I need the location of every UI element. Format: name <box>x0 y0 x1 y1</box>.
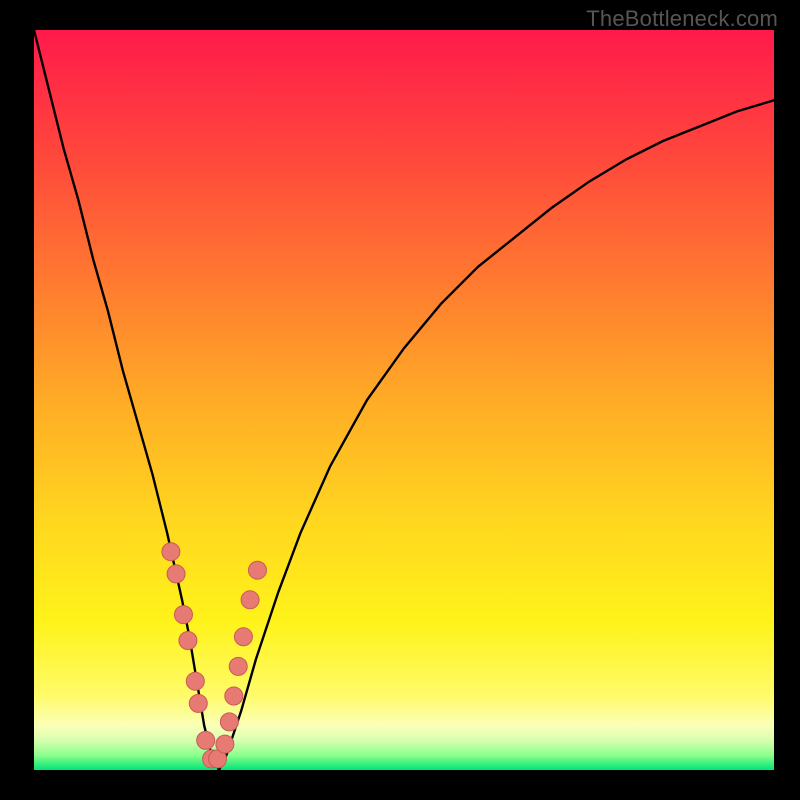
data-markers <box>162 543 267 768</box>
plot-area <box>34 30 774 770</box>
data-marker <box>179 632 197 650</box>
data-marker <box>225 687 243 705</box>
data-marker <box>234 628 252 646</box>
data-marker <box>167 565 185 583</box>
data-marker <box>220 713 238 731</box>
data-marker <box>162 543 180 561</box>
data-marker <box>189 694 207 712</box>
chart-frame: TheBottleneck.com <box>0 0 800 800</box>
data-marker <box>186 672 204 690</box>
data-marker <box>229 657 247 675</box>
data-marker <box>197 731 215 749</box>
data-marker <box>216 735 234 753</box>
data-marker <box>248 561 266 579</box>
chart-svg <box>34 30 774 770</box>
data-marker <box>174 606 192 624</box>
watermark-text: TheBottleneck.com <box>586 6 778 32</box>
data-marker <box>241 591 259 609</box>
bottleneck-curve <box>34 30 774 770</box>
